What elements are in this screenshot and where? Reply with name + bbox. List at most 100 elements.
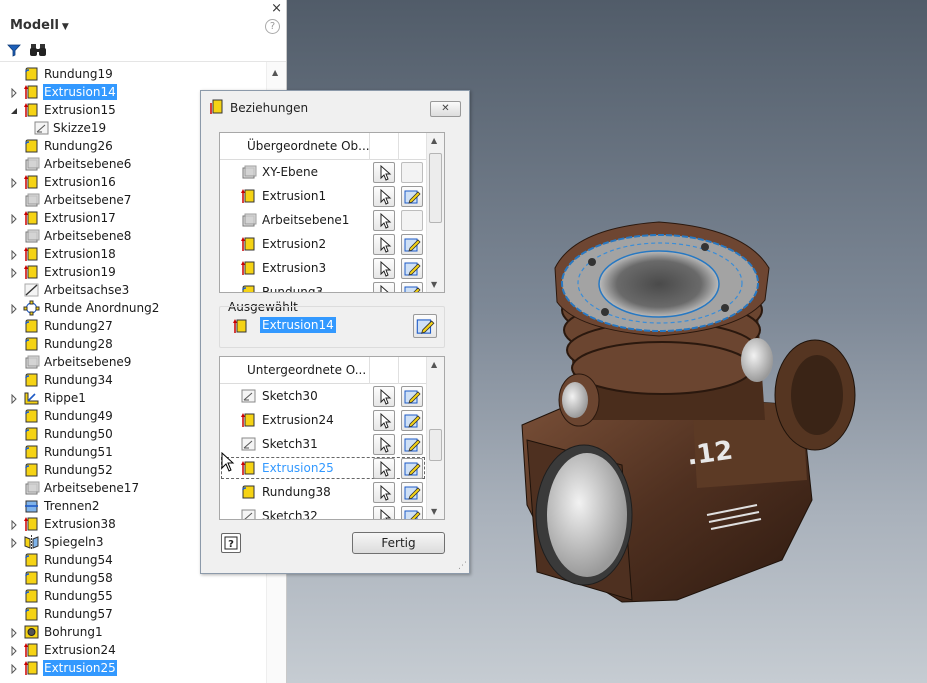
expand-triangle-icon[interactable]: [10, 393, 18, 405]
relationship-row[interactable]: Rundung3: [220, 280, 426, 292]
edit-feature-button[interactable]: [401, 410, 423, 431]
edit-selected-button[interactable]: [413, 314, 437, 338]
edit-feature-button[interactable]: [401, 482, 423, 503]
relationship-label: Extrusion1: [262, 189, 327, 203]
browser-title-label: Modell: [10, 18, 59, 33]
expand-triangle-icon[interactable]: [10, 87, 18, 99]
relationship-row[interactable]: Extrusion2: [220, 232, 426, 256]
edit-feature-button[interactable]: [401, 458, 423, 479]
column-divider: [398, 133, 399, 160]
select-in-browser-button[interactable]: [373, 506, 395, 519]
relationship-row[interactable]: Extrusion25: [220, 456, 426, 480]
expand-triangle-icon[interactable]: [10, 249, 18, 261]
binoculars-icon[interactable]: [29, 42, 47, 57]
relationship-row[interactable]: Sketch30: [220, 384, 426, 408]
parents-scrollbar[interactable]: ▲ ▼: [426, 133, 444, 292]
tree-node-label: Arbeitsebene9: [44, 355, 132, 369]
tree-node-label: Extrusion25: [43, 660, 117, 676]
close-icon[interactable]: ×: [271, 1, 282, 16]
help-button[interactable]: ?: [221, 533, 241, 553]
scroll-up-icon[interactable]: ▲: [431, 360, 437, 369]
select-in-browser-button[interactable]: [373, 482, 395, 503]
edit-feature-button[interactable]: [401, 434, 423, 455]
extrude-icon: [240, 236, 257, 252]
filter-icon[interactable]: [7, 43, 21, 57]
edit-feature-button[interactable]: [401, 506, 423, 519]
close-button[interactable]: ✕: [430, 101, 461, 117]
expand-triangle-icon[interactable]: [10, 663, 18, 675]
scroll-down-icon[interactable]: ▼: [431, 507, 437, 516]
tree-node[interactable]: Extrusion25: [0, 659, 268, 677]
edit-feature-button[interactable]: [401, 210, 423, 231]
expand-triangle-icon[interactable]: [10, 519, 18, 531]
scroll-thumb[interactable]: [429, 153, 442, 223]
relationship-row[interactable]: Sketch32: [220, 504, 426, 519]
children-column-header[interactable]: Untergeordnete O...: [247, 363, 366, 377]
scroll-down-icon[interactable]: ▼: [431, 280, 437, 289]
collapse-triangle-icon[interactable]: [10, 105, 18, 115]
expand-triangle-icon[interactable]: [10, 645, 18, 657]
relationship-row[interactable]: Extrusion1: [220, 184, 426, 208]
tree-node[interactable]: Rundung57: [0, 605, 268, 623]
parents-column-header[interactable]: Übergeordnete Ob...: [247, 139, 370, 153]
dialog-titlebar[interactable]: Beziehungen ✕: [201, 91, 469, 123]
help-icon[interactable]: ?: [265, 19, 280, 34]
relationship-row[interactable]: Extrusion3: [220, 256, 426, 280]
relationship-label: Extrusion24: [262, 413, 334, 427]
edit-feature-button[interactable]: [401, 234, 423, 255]
extrude-icon: [23, 264, 40, 280]
children-scrollbar[interactable]: ▲ ▼: [426, 357, 444, 519]
tree-node[interactable]: Rundung19: [0, 65, 268, 83]
select-in-browser-button[interactable]: [373, 234, 395, 255]
select-in-browser-button[interactable]: [373, 458, 395, 479]
relationship-row[interactable]: Sketch31: [220, 432, 426, 456]
select-in-browser-button[interactable]: [373, 410, 395, 431]
select-in-browser-button[interactable]: [373, 434, 395, 455]
scroll-up-icon[interactable]: ▲: [272, 68, 278, 77]
relationship-row[interactable]: Rundung38: [220, 480, 426, 504]
extrude-icon: [233, 319, 247, 333]
fillet-icon: [23, 444, 40, 460]
relationship-row[interactable]: Extrusion24: [220, 408, 426, 432]
tree-node[interactable]: Extrusion24: [0, 641, 268, 659]
column-divider: [369, 357, 370, 384]
edit-icon: [404, 486, 421, 500]
expand-triangle-icon[interactable]: [10, 537, 18, 549]
plane-icon: [23, 156, 40, 172]
relationship-label: Extrusion25: [262, 461, 334, 475]
edit-feature-button[interactable]: [401, 386, 423, 407]
plane-icon: [23, 354, 40, 370]
tree-node-label: Rundung34: [44, 373, 113, 387]
fillet-icon: [23, 462, 40, 478]
tree-node[interactable]: Bohrung1: [0, 623, 268, 641]
done-button[interactable]: Fertig: [352, 532, 445, 554]
fillet-icon: [23, 372, 40, 388]
edit-feature-button[interactable]: [401, 162, 423, 183]
tree-node-label: Arbeitsebene8: [44, 229, 132, 243]
scroll-thumb[interactable]: [429, 429, 442, 461]
expand-triangle-icon[interactable]: [10, 267, 18, 279]
expand-triangle-icon[interactable]: [10, 627, 18, 639]
selected-feature[interactable]: Extrusion14: [260, 317, 336, 333]
browser-title-dropdown[interactable]: Modell ▼: [10, 18, 69, 33]
tree-node[interactable]: Rundung55: [0, 587, 268, 605]
resize-grip-icon[interactable]: ⋰: [458, 561, 467, 571]
expand-triangle-icon[interactable]: [10, 213, 18, 225]
expand-triangle-icon[interactable]: [10, 303, 18, 315]
select-in-browser-button[interactable]: [373, 210, 395, 231]
select-in-browser-button[interactable]: [373, 282, 395, 292]
edit-feature-button[interactable]: [401, 282, 423, 292]
scroll-up-icon[interactable]: ▲: [431, 136, 437, 145]
fillet-icon: [23, 138, 40, 154]
edit-feature-button[interactable]: [401, 186, 423, 207]
select-in-browser-button[interactable]: [373, 258, 395, 279]
select-in-browser-button[interactable]: [373, 162, 395, 183]
edit-feature-button[interactable]: [401, 258, 423, 279]
relationship-row[interactable]: XY-Ebene: [220, 160, 426, 184]
select-in-browser-button[interactable]: [373, 186, 395, 207]
tree-node-label: Rundung27: [44, 319, 113, 333]
select-arrow-icon: [380, 388, 392, 405]
select-in-browser-button[interactable]: [373, 386, 395, 407]
expand-triangle-icon[interactable]: [10, 177, 18, 189]
relationship-row[interactable]: Arbeitsebene1: [220, 208, 426, 232]
